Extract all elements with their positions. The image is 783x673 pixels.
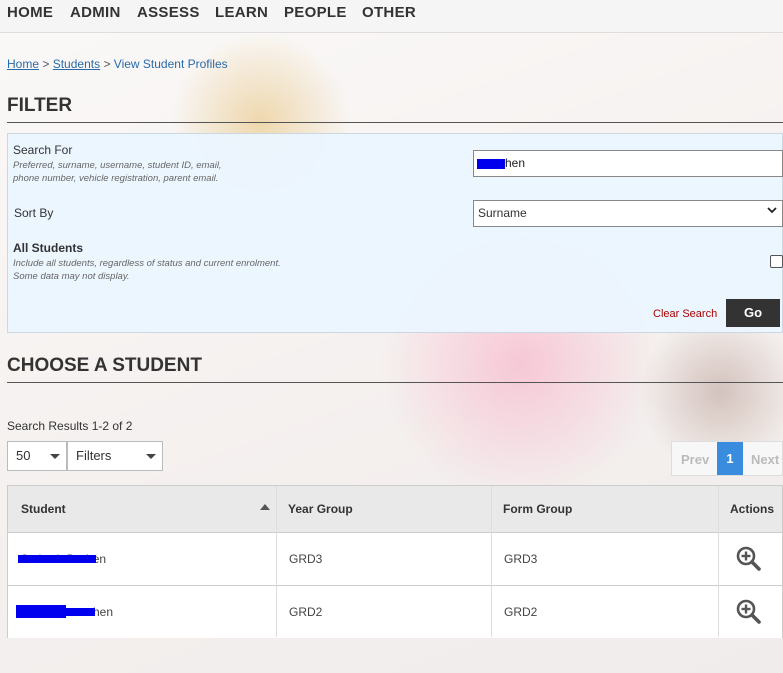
redaction-mark	[477, 159, 505, 169]
chevron-down-icon	[766, 201, 778, 226]
year-group-cell: GRD2	[289, 605, 323, 619]
clear-search-link[interactable]: Clear Search	[653, 308, 717, 320]
breadcrumb-home-link[interactable]: Home	[7, 57, 39, 71]
year-group-cell: GRD3	[289, 552, 323, 566]
column-header-actions: Actions	[730, 502, 775, 516]
pagination: Prev 1 Next	[671, 441, 783, 476]
students-table: Student Year Group Form Group Actions Ot…	[7, 485, 783, 638]
zoom-in-icon[interactable]	[735, 545, 761, 571]
breadcrumb-current: View Student Profiles	[113, 57, 228, 71]
table-row[interactable]: Otsiwah Dorhen GRD3 GRD3	[8, 533, 782, 586]
choose-student-title: CHOOSE A STUDENT	[7, 355, 202, 376]
all-students-checkbox[interactable]	[770, 255, 783, 268]
sort-label: Sort By	[14, 206, 54, 220]
redaction-mark	[18, 555, 96, 563]
all-students-hint: Include all students, regardless of stat…	[13, 258, 281, 282]
divider	[7, 122, 783, 123]
student-name[interactable]: hen	[93, 605, 113, 619]
search-label: Search For	[13, 143, 73, 157]
form-group-cell: GRD3	[504, 552, 538, 566]
page-1-button[interactable]: 1	[717, 442, 743, 475]
caret-down-icon	[50, 442, 60, 482]
breadcrumb: Home > Students > View Student Profiles	[7, 57, 228, 71]
results-count: Search Results 1-2 of 2	[7, 419, 133, 433]
breadcrumb-separator: >	[42, 57, 50, 71]
filters-label: Filters	[76, 448, 112, 463]
filter-title: FILTER	[7, 95, 73, 116]
per-page-value: 50	[16, 448, 31, 463]
zoom-in-icon[interactable]	[735, 598, 761, 624]
column-header-year-group[interactable]: Year Group	[288, 502, 353, 516]
table-header: Student Year Group Form Group Actions	[8, 486, 782, 533]
divider	[7, 382, 783, 383]
redaction-mark	[16, 605, 66, 618]
search-input-value: hen	[505, 156, 526, 170]
column-header-student[interactable]: Student	[21, 502, 66, 516]
go-button[interactable]: Go	[726, 299, 780, 327]
breadcrumb-students-link[interactable]: Students	[53, 57, 100, 71]
search-hint: Preferred, surname, username, student ID…	[13, 160, 222, 184]
column-divider	[491, 486, 492, 637]
prev-page-button[interactable]: Prev	[681, 452, 709, 467]
per-page-select[interactable]: 50	[7, 441, 67, 471]
redaction-mark	[63, 608, 95, 616]
sort-up-icon[interactable]	[260, 504, 270, 510]
sort-select-value: Surname	[478, 206, 527, 220]
form-group-cell: GRD2	[504, 605, 538, 619]
search-input[interactable]: hen	[473, 150, 783, 177]
breadcrumb-separator: >	[103, 57, 111, 71]
column-header-form-group[interactable]: Form Group	[503, 502, 572, 516]
column-divider	[718, 486, 719, 637]
table-row[interactable]: hen GRD2 GRD2	[8, 586, 782, 638]
next-page-button[interactable]: Next	[751, 452, 779, 467]
caret-down-icon	[146, 442, 156, 482]
sort-select[interactable]: Surname	[473, 200, 783, 227]
column-divider	[276, 486, 277, 637]
filters-dropdown[interactable]: Filters	[67, 441, 163, 471]
all-students-label: All Students	[13, 241, 84, 255]
filter-panel: Search For Preferred, surname, username,…	[7, 133, 783, 333]
